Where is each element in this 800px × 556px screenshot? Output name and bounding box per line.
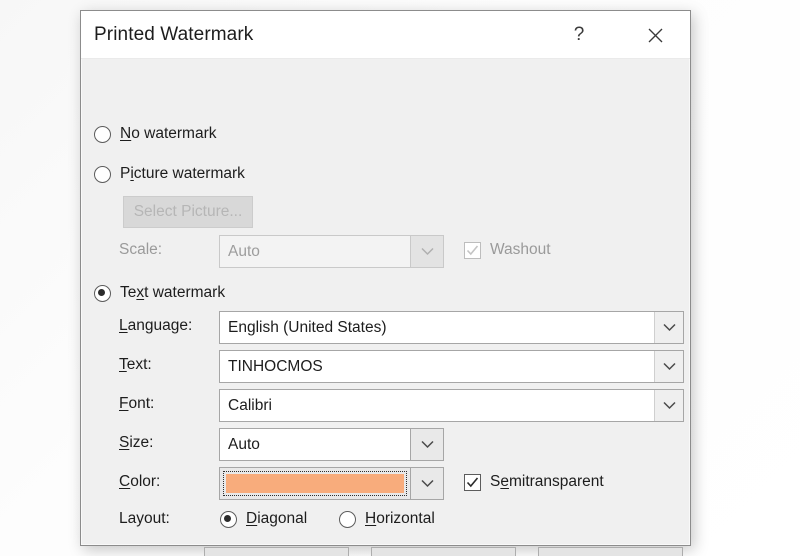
- scale-value: Auto: [219, 235, 411, 268]
- scale-dropdown-button[interactable]: [411, 235, 444, 268]
- radio-no-watermark[interactable]: No watermark: [94, 125, 216, 143]
- font-dropdown-button[interactable]: [654, 390, 683, 421]
- color-dropdown-button[interactable]: [411, 467, 444, 500]
- radio-label-text-watermark: Text watermark: [120, 284, 226, 301]
- radio-layout-horizontal[interactable]: Horizontal: [339, 510, 435, 528]
- chevron-down-icon: [662, 323, 676, 332]
- language-label: Language:: [119, 317, 193, 334]
- radio-picture-watermark[interactable]: Picture watermark: [94, 165, 245, 183]
- chevron-down-icon: [662, 401, 676, 410]
- color-combobox[interactable]: [219, 467, 444, 500]
- radio-indicator-no-watermark: [94, 125, 111, 143]
- dialog-body: No watermark Picture watermark Select Pi…: [81, 59, 690, 556]
- scale-label: Scale:: [119, 241, 163, 258]
- color-swatch-focus-ring: [223, 471, 407, 496]
- accel-char: T: [119, 356, 127, 373]
- radio-label-diagonal: Diagonal: [246, 510, 308, 527]
- washout-label: Washout: [490, 241, 551, 258]
- washout-checkbox[interactable]: Washout: [464, 241, 551, 259]
- radio-text-watermark[interactable]: Text watermark: [94, 284, 225, 302]
- semitransparent-label: Semitransparent: [490, 473, 604, 490]
- washout-check-indicator: [464, 241, 481, 259]
- accel-char: N: [120, 125, 132, 142]
- radio-indicator-diagonal: [220, 510, 237, 528]
- accel-char: C: [119, 473, 131, 490]
- accel-char: H: [365, 510, 377, 527]
- text-dropdown-button[interactable]: [654, 351, 683, 382]
- select-picture-button[interactable]: Select Picture...: [123, 196, 253, 228]
- select-picture-label: Select Picture...: [133, 203, 243, 220]
- layout-label: Layout:: [119, 510, 170, 527]
- radio-layout-diagonal[interactable]: Diagonal: [220, 510, 307, 528]
- language-dropdown-button[interactable]: [654, 312, 683, 343]
- semitransparent-check-indicator: [464, 473, 481, 491]
- ok-button[interactable]: OK: [371, 547, 516, 556]
- radio-label-horizontal: Horizontal: [365, 510, 435, 527]
- color-label: Color:: [119, 473, 161, 490]
- text-combobox[interactable]: TINHOCMOS: [219, 350, 684, 383]
- dialog-title-bar: Printed Watermark ?: [81, 11, 690, 59]
- radio-label-no-watermark: No watermark: [120, 125, 217, 142]
- chevron-down-icon: [420, 440, 434, 449]
- radio-indicator-picture-watermark: [94, 165, 111, 183]
- size-combobox[interactable]: Auto: [219, 428, 444, 461]
- accel-char: D: [246, 510, 258, 527]
- chevron-down-icon: [420, 479, 434, 488]
- screen: Printed Watermark ? No watermark Picture…: [0, 0, 800, 556]
- text-value: TINHOCMOS: [228, 357, 323, 375]
- font-combobox[interactable]: Calibri: [219, 389, 684, 422]
- accel-char: S: [119, 434, 130, 451]
- printed-watermark-dialog: Printed Watermark ? No watermark Picture…: [80, 10, 691, 556]
- accel-char: x: [136, 284, 145, 301]
- apply-button[interactable]: Apply: [204, 547, 349, 556]
- dialog-title: Printed Watermark: [94, 24, 254, 45]
- size-label: Size:: [119, 434, 154, 451]
- language-value: English (United States): [228, 318, 387, 336]
- size-dropdown-button[interactable]: [411, 428, 444, 461]
- font-label: Font:: [119, 395, 155, 412]
- radio-indicator-text-watermark: [94, 284, 111, 302]
- close-icon: [648, 28, 662, 42]
- accel-char: L: [119, 317, 128, 334]
- cancel-button[interactable]: Cancel: [538, 547, 683, 556]
- text-label: Text:: [119, 356, 152, 373]
- checkmark-icon: [466, 476, 479, 487]
- color-swatch-container[interactable]: [219, 467, 411, 500]
- checkmark-icon: [466, 244, 479, 255]
- chevron-down-icon: [420, 247, 434, 256]
- chevron-down-icon: [662, 362, 676, 371]
- language-combobox[interactable]: English (United States): [219, 311, 684, 344]
- help-button[interactable]: ?: [562, 19, 596, 51]
- size-value: Auto: [219, 428, 411, 461]
- close-button[interactable]: [638, 19, 672, 51]
- scale-combobox[interactable]: Auto: [219, 235, 444, 268]
- color-swatch: [226, 474, 404, 493]
- font-value: Calibri: [228, 396, 272, 414]
- radio-indicator-horizontal: [339, 510, 356, 528]
- radio-label-picture-watermark: Picture watermark: [120, 165, 245, 182]
- accel-char: e: [500, 473, 509, 490]
- semitransparent-checkbox[interactable]: Semitransparent: [464, 473, 604, 491]
- question-mark-icon: ?: [573, 24, 585, 45]
